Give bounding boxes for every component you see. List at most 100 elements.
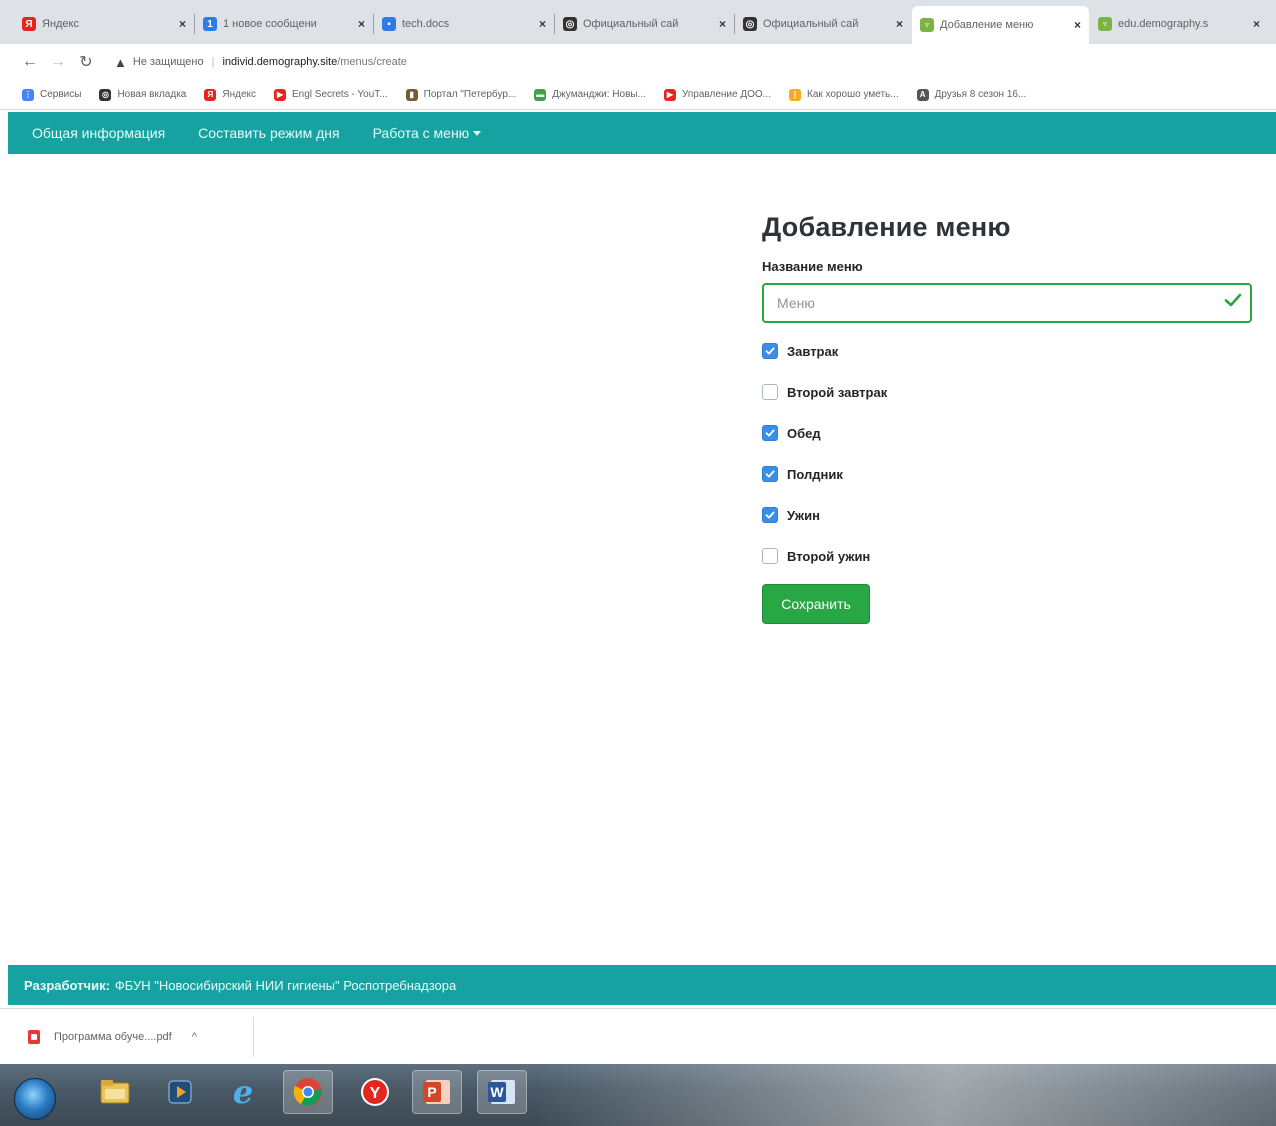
browser-tab[interactable]: Я Яндекс × xyxy=(14,8,194,40)
checkmark-icon xyxy=(765,511,775,519)
reload-icon[interactable]: ↻ xyxy=(72,52,100,72)
meal-option[interactable]: Обед xyxy=(762,423,1252,443)
bookmark-label[interactable]: Управление ДОО... xyxy=(682,89,771,100)
url-path[interactable]: /menus/create xyxy=(337,56,407,68)
address-bar[interactable]: ▲ Не защищено | individ.demography.site /… xyxy=(114,49,1264,75)
yandex-icon: Я xyxy=(204,88,217,101)
word-icon[interactable]: W xyxy=(477,1070,527,1114)
checkbox-checked[interactable] xyxy=(762,343,778,359)
globe-icon: ◎ xyxy=(99,88,112,101)
nav-menu-dropdown-label: Работа с меню xyxy=(372,125,470,141)
meal-option[interactable]: Завтрак xyxy=(762,341,1252,361)
tab-title[interactable]: Официальный сай xyxy=(763,18,890,30)
browser-tab[interactable]: ♆ Добавление меню × xyxy=(912,6,1089,44)
meal-option[interactable]: Второй завтрак xyxy=(762,382,1252,402)
bookmark-item[interactable]: A Друзья 8 сезон 16... xyxy=(916,88,1027,101)
bookmark-label[interactable]: Engl Secrets - YouT... xyxy=(292,89,388,100)
bookmark-item[interactable]: ▶ Управление ДОО... xyxy=(663,88,771,101)
checkbox-unchecked[interactable] xyxy=(762,548,778,564)
warning-icon[interactable]: ▲ xyxy=(114,55,127,70)
close-icon[interactable]: × xyxy=(179,17,186,31)
nav-menu-dropdown[interactable]: Работа с меню xyxy=(373,125,482,141)
footer-developer-label: Разработчик: xyxy=(24,977,110,993)
start-button-icon[interactable] xyxy=(14,1078,56,1120)
tab-title[interactable]: 1 новое сообщени xyxy=(223,18,352,30)
tab-title[interactable]: Добавление меню xyxy=(940,19,1068,31)
checkbox-checked[interactable] xyxy=(762,507,778,523)
svg-text:W: W xyxy=(490,1084,504,1100)
nav-daily-schedule[interactable]: Составить режим дня xyxy=(198,125,339,141)
close-icon[interactable]: × xyxy=(719,17,726,31)
bookmark-label[interactable]: Как хорошо уметь... xyxy=(807,89,899,100)
checkbox-checked[interactable] xyxy=(762,466,778,482)
checkmark-icon xyxy=(765,470,775,478)
bookmark-label[interactable]: Новая вкладка xyxy=(117,89,186,100)
bookmark-item[interactable]: | Как хорошо уметь... xyxy=(789,88,899,101)
bookmark-label[interactable]: Джуманджи: Новы... xyxy=(552,89,646,100)
menu-name-input[interactable] xyxy=(762,283,1252,323)
chrome-icon[interactable] xyxy=(283,1070,333,1114)
checkmark-icon xyxy=(765,347,775,355)
download-file-name[interactable]: Программа обуче....pdf xyxy=(54,1031,172,1043)
close-icon[interactable]: × xyxy=(539,17,546,31)
meal-option[interactable]: Ужин xyxy=(762,505,1252,525)
youtube-icon: ▶ xyxy=(274,88,287,101)
close-icon[interactable]: × xyxy=(358,17,365,31)
internet-explorer-icon[interactable]: e xyxy=(218,1070,268,1114)
close-icon[interactable]: × xyxy=(1253,17,1260,31)
tab-title[interactable]: Официальный сай xyxy=(583,18,713,30)
checkbox-checked[interactable] xyxy=(762,425,778,441)
checkbox-unchecked[interactable] xyxy=(762,384,778,400)
globe-icon: ◎ xyxy=(743,17,757,31)
forward-arrow-icon[interactable]: → xyxy=(44,53,72,71)
tab-separator xyxy=(734,14,735,34)
bookmark-item[interactable]: ▬ Джуманджи: Новы... xyxy=(534,88,646,101)
windows-taskbar: e Y P W xyxy=(0,1064,1276,1126)
menu-name-label: Название меню xyxy=(762,259,863,274)
bookmark-label[interactable]: Яндекс xyxy=(222,89,256,100)
powerpoint-icon[interactable]: P xyxy=(412,1070,462,1114)
bookmark-label[interactable]: Сервисы xyxy=(40,89,81,100)
media-player-icon[interactable] xyxy=(155,1070,205,1114)
close-icon[interactable]: × xyxy=(896,17,903,31)
tab-separator xyxy=(194,14,195,34)
nav-general-info[interactable]: Общая информация xyxy=(32,125,165,141)
chevron-up-icon[interactable]: ^ xyxy=(192,1031,197,1043)
caret-down-icon xyxy=(473,131,482,136)
yandex-icon: Я xyxy=(22,17,36,31)
docs-icon: ▪ xyxy=(382,17,396,31)
tab-title[interactable]: tech.docs xyxy=(402,18,533,30)
back-arrow-icon[interactable]: ← xyxy=(16,53,44,71)
close-icon[interactable]: × xyxy=(1074,18,1081,32)
meal-option[interactable]: Полдник xyxy=(762,464,1252,484)
bookmark-item[interactable]: ⋮ Сервисы xyxy=(22,88,81,101)
apps-grid-icon: ⋮ xyxy=(22,88,34,101)
url-host[interactable]: individ.demography.site xyxy=(222,56,337,68)
youtube-icon: ▶ xyxy=(663,88,676,101)
footer-developer-value: ФБУН "Новосибирский НИИ гигиены" Роспотр… xyxy=(114,977,457,993)
browser-tab[interactable]: ▪ tech.docs × xyxy=(374,8,554,40)
bookmark-item[interactable]: ▶ Engl Secrets - YouT... xyxy=(274,88,388,101)
bookmark-item[interactable]: ▮ Портал "Петербур... xyxy=(405,88,517,101)
browser-tab[interactable]: ◎ Официальный сай × xyxy=(555,8,734,40)
tab-title[interactable]: Яндекс xyxy=(42,18,173,30)
yandex-browser-icon[interactable]: Y xyxy=(350,1070,400,1114)
address-divider: | xyxy=(211,56,215,68)
video-icon: ▬ xyxy=(534,88,547,101)
meal-option[interactable]: Второй ужин xyxy=(762,546,1252,566)
bookmark-label[interactable]: Друзья 8 сезон 16... xyxy=(935,89,1027,100)
security-label[interactable]: Не защищено xyxy=(133,56,204,68)
browser-tab[interactable]: ♆ edu.demography.s × xyxy=(1090,8,1268,40)
taskbar-glow xyxy=(540,1064,1276,1126)
file-explorer-icon[interactable] xyxy=(90,1070,140,1114)
browser-tab[interactable]: 1 1 новое сообщени × xyxy=(195,8,373,40)
demography-icon: ♆ xyxy=(920,18,934,32)
tab-title[interactable]: edu.demography.s xyxy=(1118,18,1247,30)
download-item[interactable]: Программа обуче....pdf ^ xyxy=(12,1017,254,1057)
save-button[interactable]: Сохранить xyxy=(762,584,870,624)
bookmark-item[interactable]: ◎ Новая вкладка xyxy=(99,88,186,101)
bookmark-label[interactable]: Портал "Петербур... xyxy=(424,89,517,100)
portal-icon: ▮ xyxy=(405,88,418,101)
bookmark-item[interactable]: Я Яндекс xyxy=(204,88,256,101)
browser-tab[interactable]: ◎ Официальный сай × xyxy=(735,8,911,40)
